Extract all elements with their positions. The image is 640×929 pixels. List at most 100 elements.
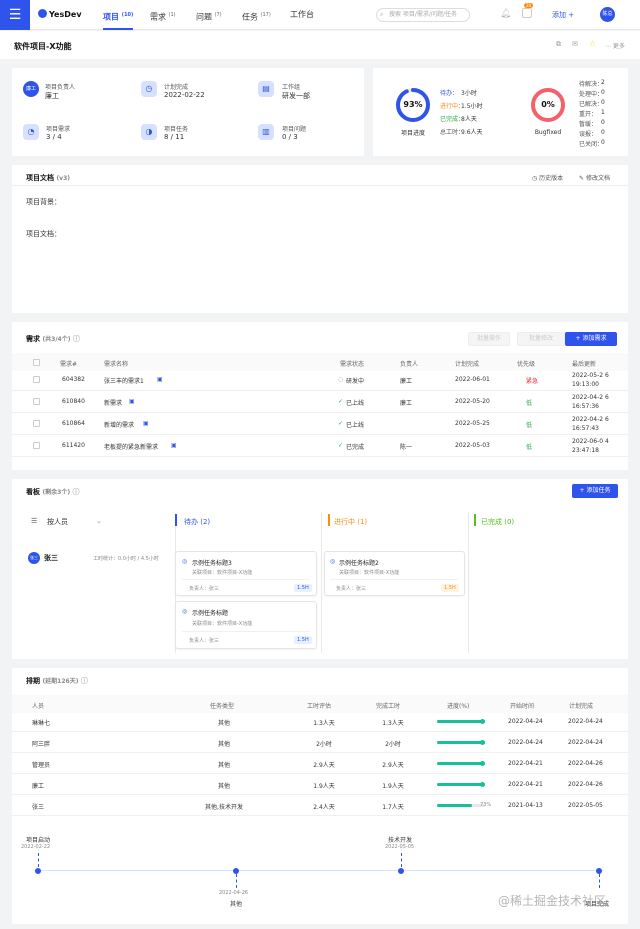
col-header[interactable]: 最后更新	[572, 359, 596, 368]
schedule-start: 2022-04-24	[508, 739, 543, 746]
add-task-button[interactable]: + 添加任务	[572, 484, 618, 498]
nav-requirements[interactable]: 需求 (1)	[150, 0, 176, 30]
row-checkbox[interactable]	[33, 376, 40, 383]
schedule-type: 其他	[217, 762, 230, 769]
progress-label: 73%	[480, 802, 492, 808]
info-label: 计划完成	[164, 84, 189, 91]
message-icon[interactable]	[522, 8, 532, 18]
requirement-status: 已上线	[346, 400, 365, 407]
nav-tasks[interactable]: 任务 (17)	[242, 0, 271, 30]
milestone-label: 技术开发	[388, 837, 413, 844]
nav-count: (1)	[168, 12, 176, 18]
history-button[interactable]: ◷ 历史版本	[532, 173, 563, 182]
page-title: 软件项目-X功能	[14, 42, 72, 51]
stat-value: 9.6人天	[461, 129, 483, 136]
schedule-end: 2022-04-24	[568, 718, 603, 725]
task-card[interactable]: ◎ 示例任务标题3 关联项目：软件项目-X功能 负责人：张三 1.5H	[175, 551, 317, 596]
doc-content-label: 项目文档：	[26, 230, 61, 238]
task-project: 关联项目：软件项目-X功能	[192, 621, 253, 627]
stat-label: 待办：	[440, 90, 459, 97]
hours-badge: 1.5H	[441, 584, 459, 592]
schedule-title: 排期 (延期126天) ⓘ	[26, 676, 88, 686]
requirement-id[interactable]: 610864	[62, 420, 85, 427]
requirement-name[interactable]: 老板提的紧急新需求	[104, 442, 158, 451]
requirement-name[interactable]: 新需求	[104, 398, 122, 407]
nav-label: 项目	[103, 12, 119, 22]
bug-stat-label: 已关闭：	[579, 141, 604, 148]
bug-stat-value: 2	[601, 79, 605, 86]
requirement-updated: 2022-05-2 6 19:13:00	[572, 372, 609, 388]
docs-version: (v3)	[56, 175, 71, 182]
nav-issues[interactable]: 问题 (7)	[196, 0, 222, 30]
bugfix-caption: Bugfixed	[534, 129, 562, 136]
task-card[interactable]: ◎ 示例任务标题 关联项目：软件项目-X功能 负责人：张三 1.5H	[175, 601, 317, 649]
requirements-panel: 需求 (共3/4个) ⓘ 批量操作 批量修改 + 添加需求 需求# 需求名称 需…	[12, 322, 628, 470]
bug-stat-label: 已解决：	[579, 101, 604, 108]
progress-dot	[480, 782, 485, 787]
row-checkbox[interactable]	[33, 420, 40, 427]
milestone-dot[interactable]	[398, 868, 404, 874]
schedule-type: 其他	[217, 783, 230, 790]
requirement-priority: 低	[526, 422, 533, 429]
col-header[interactable]: 需求名称	[104, 359, 128, 368]
column-doing-label: 进行中 (1)	[334, 518, 368, 526]
mail-icon[interactable]: ✉	[572, 40, 578, 48]
batch-edit-button[interactable]: 批量修改	[517, 332, 565, 346]
row-divider	[12, 434, 628, 435]
task-card[interactable]: ◎ 示例任务标题2 关联项目：软件项目-X功能 负责人：张三 1.5H	[324, 551, 465, 596]
search-input[interactable]: ⌕ 搜索 项目/需求/问题/任务	[376, 8, 470, 22]
col-header: 计划完成	[569, 703, 594, 710]
edit-doc-button[interactable]: ✎ 修改文档	[579, 173, 610, 182]
add-button[interactable]: 添加 +	[552, 10, 574, 20]
schedule-end: 2022-04-24	[568, 739, 603, 746]
requirement-name[interactable]: 新增的需求	[104, 420, 134, 429]
info-label: 项目需求	[46, 126, 71, 133]
info-value: 2022-02-22	[164, 91, 205, 99]
column-accent	[474, 514, 476, 526]
requirement-status: 已完成	[346, 444, 365, 451]
board-panel: 看板 (剩余3个) ⓘ + 添加任务 ☰ 按人员 ⌄ 待办 (2) 进行中 (1)…	[12, 479, 628, 659]
col-header: 工时评估	[307, 703, 332, 710]
requirement-priority: 低	[526, 400, 533, 407]
col-header[interactable]: 优先级	[517, 359, 535, 368]
nav-projects[interactable]: 项目 (10)	[103, 0, 134, 30]
requirement-name[interactable]: 张三丰的需求1	[104, 376, 144, 385]
requirement-id[interactable]: 611420	[62, 442, 85, 449]
user-avatar[interactable]: 陈总	[600, 7, 615, 22]
star-icon[interactable]: ☆	[589, 39, 596, 48]
requirement-status: 研发中	[346, 378, 365, 385]
requirement-plan-date: 2022-05-25	[455, 420, 490, 427]
menu-icon[interactable]: ☰	[0, 0, 30, 30]
bell-icon[interactable]: 🔔︎	[500, 9, 511, 19]
app-logo[interactable]: YesDev	[38, 9, 82, 19]
info-value: 3 / 4	[46, 133, 62, 141]
nav-workbench[interactable]: 工作台	[290, 0, 314, 30]
bug-stat-label: 处理中：	[579, 91, 604, 98]
milestone-date: 2022-04-26	[219, 890, 249, 896]
col-header[interactable]: 需求状态	[340, 359, 364, 368]
add-requirement-button[interactable]: + 添加需求	[565, 332, 617, 346]
milestone-dot[interactable]	[35, 868, 41, 874]
schedule-end: 2022-05-05	[568, 802, 603, 809]
batch-operate-button[interactable]: 批量操作	[468, 332, 510, 346]
row-checkbox[interactable]	[33, 398, 40, 405]
group-by-select[interactable]: 按人员 ⌄	[47, 517, 102, 527]
notify-badge: 20	[524, 3, 534, 8]
row-divider	[12, 752, 628, 753]
more-button[interactable]: ⋯ 更多	[605, 41, 625, 50]
col-header: 开始时间	[510, 703, 535, 710]
select-all-checkbox[interactable]	[33, 359, 40, 366]
requirement-id[interactable]: 604382	[62, 376, 85, 383]
milestone-date: 2022-02-22	[21, 844, 51, 850]
col-header[interactable]: 计划完成	[455, 359, 479, 368]
col-header[interactable]: 负责人	[400, 359, 418, 368]
requirement-id[interactable]: 610840	[62, 398, 85, 405]
schedule-type: 其他,技术开发	[205, 804, 243, 811]
task-icon: ◎	[182, 558, 188, 565]
divider	[182, 579, 310, 580]
copy-icon[interactable]: ⧉	[556, 40, 561, 49]
task-owner: 负责人：张三	[189, 586, 220, 592]
row-checkbox[interactable]	[33, 442, 40, 449]
col-header[interactable]: 需求#	[60, 359, 77, 368]
requirement-updated: 2022-04-2 6 16:57:36	[572, 394, 609, 410]
